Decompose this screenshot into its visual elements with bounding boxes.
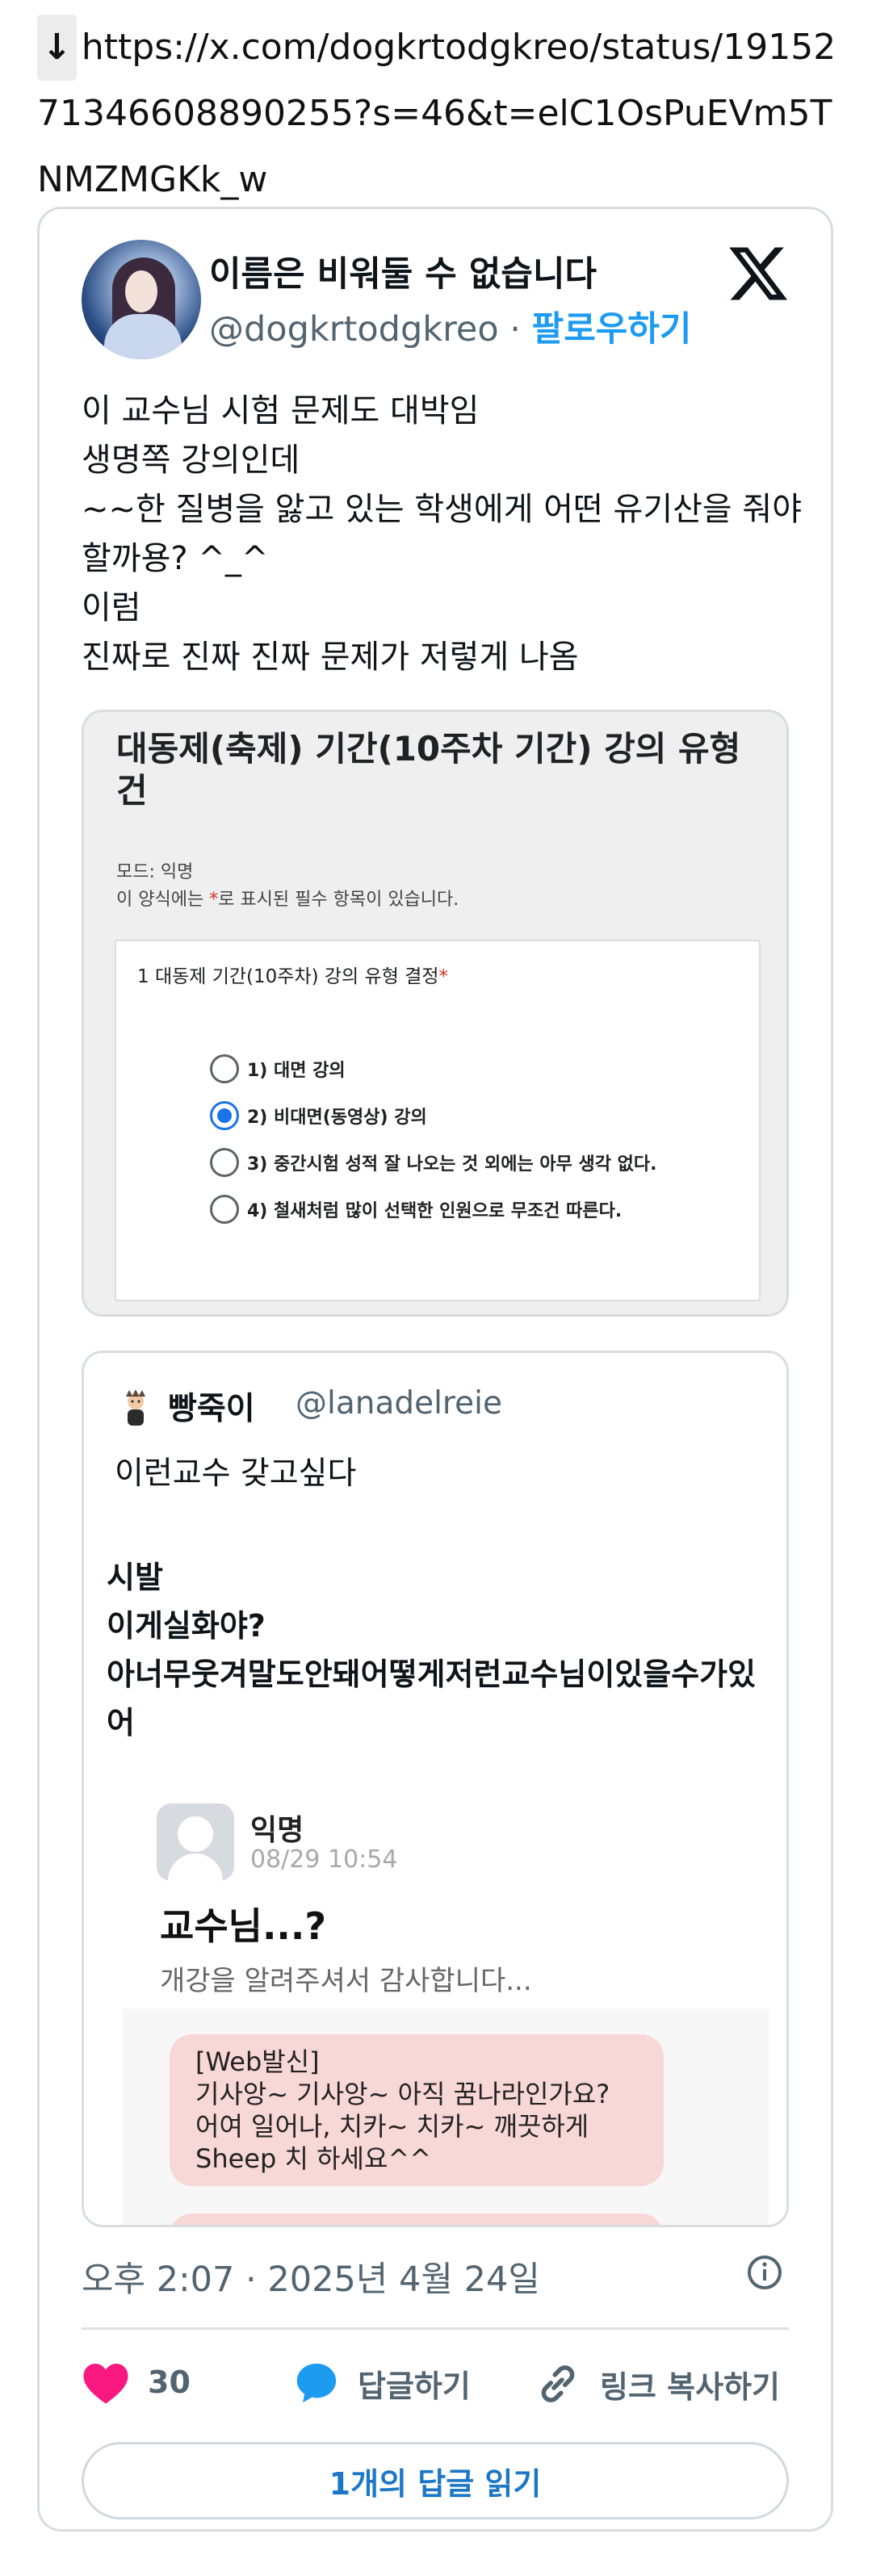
- message-bubble: [Web발신] 기사앙~ 기사앙~ 아직 꿈나라인가요? 어여 일어나, 치카~…: [170, 2034, 664, 2186]
- author-handle-row: @dogkrtodgkreo · 팔로우하기: [209, 301, 691, 351]
- form-option[interactable]: 1) 대면 강의: [210, 1054, 346, 1083]
- post-body: 개강을 알려주셔서 감사합니다...: [160, 1965, 532, 1997]
- form-question-box: 1 대동제 기간(10주차) 강의 유형 결정* 1) 대면 강의 2) 비대면…: [115, 940, 761, 1301]
- divider: [82, 2327, 789, 2330]
- form-mode: 모드: 익명: [116, 862, 194, 882]
- post-title: 교수님...?: [160, 1904, 327, 1948]
- like-button[interactable]: 30: [82, 2360, 191, 2405]
- form-question-label: 1 대동제 기간(10주차) 강의 유형 결정*: [137, 966, 448, 987]
- x-logo-icon[interactable]: [726, 241, 790, 306]
- quoted-tweet[interactable]: 빵죽이 @lanadelreie 이런교수 갖고싶다 시발 이게실화야? 아너무…: [82, 1351, 789, 2227]
- post-author: 익명: [250, 1814, 304, 1847]
- info-icon[interactable]: [745, 2253, 784, 2292]
- quote-image-text: 시발 이게실화야? 아너무웃겨말도안돼어떻게저런교수님이있을수가있어: [107, 1560, 757, 1740]
- quote-text: 이런교수 갖고싶다: [115, 1456, 357, 1492]
- form-required-note: 이 양식에는 *로 표시된 필수 항목이 있습니다.: [116, 890, 459, 910]
- like-count: 30: [148, 2364, 191, 2400]
- read-replies-button[interactable]: 1개의 답글 읽기: [82, 2442, 789, 2519]
- radio-selected-icon[interactable]: [210, 1101, 239, 1130]
- author-avatar[interactable]: [82, 240, 201, 359]
- reply-button[interactable]: 답글하기: [293, 2360, 471, 2406]
- quoted-screenshot: 익명 08/29 10:54 교수님...? 개강을 알려주셔서 감사합니다..…: [107, 1795, 769, 2225]
- radio-icon[interactable]: [210, 1148, 239, 1177]
- author-handle[interactable]: @dogkrtodgkreo: [209, 309, 499, 350]
- follow-button[interactable]: 팔로우하기: [532, 309, 692, 350]
- link-icon: [541, 2365, 575, 2402]
- attached-form-image[interactable]: 대동제(축제) 기간(10주차 기간) 강의 유형 건 모드: 익명 이 양식에…: [82, 710, 789, 1317]
- shared-link[interactable]: ↓ https://x.com/dogkrtodgkreo/status/1915…: [37, 15, 845, 213]
- message-bubble: [Web발신]: [170, 2214, 664, 2225]
- quote-author-handle[interactable]: @lanadelreie: [296, 1385, 502, 1422]
- handle-separator: ·: [498, 309, 532, 350]
- form-option[interactable]: 2) 비대면(동영상) 강의: [210, 1101, 427, 1130]
- anonymous-avatar: [157, 1803, 234, 1881]
- quote-author-avatar[interactable]: [113, 1385, 158, 1430]
- form-title: 대동제(축제) 기간(10주차 기간) 강의 유형 건: [116, 729, 741, 810]
- radio-icon[interactable]: [210, 1195, 239, 1224]
- quote-author-name[interactable]: 빵죽이: [168, 1384, 255, 1429]
- reply-label: 답글하기: [358, 2368, 471, 2404]
- copy-link-label: 링크 복사하기: [600, 2369, 780, 2405]
- author-display-name[interactable]: 이름은 비워둘 수 없습니다: [209, 246, 597, 296]
- reply-bubble-icon: [296, 2363, 337, 2403]
- post-time: 08/29 10:54: [250, 1845, 398, 1874]
- tweet-timestamp[interactable]: 오후 2:07 · 2025년 4월 24일: [82, 2251, 540, 2302]
- tweet-text: 이 교수님 시험 문제도 대박임 생명쪽 강의인데 ~~한 질병을 앓고 있는 …: [82, 392, 803, 676]
- link-url[interactable]: https://x.com/dogkrtodgkreo/status/19152…: [37, 27, 836, 200]
- radio-icon[interactable]: [210, 1054, 239, 1083]
- form-option[interactable]: 3) 중간시험 성적 잘 나오는 것 외에는 아무 생각 없다.: [210, 1148, 656, 1177]
- heart-icon: [83, 2364, 128, 2404]
- down-arrow-icon: ↓: [37, 15, 77, 81]
- form-option[interactable]: 4) 철새처럼 많이 선택한 인원으로 무조건 따른다.: [210, 1195, 622, 1224]
- action-bar: 30 답글하기 링크 복사하기: [82, 2360, 808, 2411]
- tweet-embed-card: 이름은 비워둘 수 없습니다 @dogkrtodgkreo · 팔로우하기 이 …: [37, 207, 833, 2532]
- copy-link-button[interactable]: 링크 복사하기: [534, 2360, 780, 2408]
